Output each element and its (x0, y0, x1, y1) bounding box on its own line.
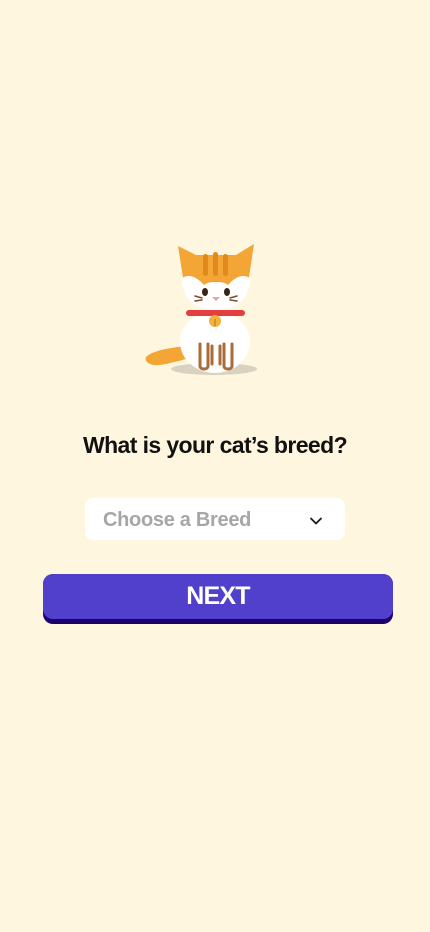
next-button[interactable]: NEXT (43, 574, 393, 624)
breed-select-placeholder: Choose a Breed (103, 509, 252, 531)
next-button-label: NEXT (186, 582, 250, 610)
chevron-down-icon (309, 513, 323, 525)
cat-icon (138, 238, 264, 380)
breed-select[interactable]: Choose a Breed (85, 498, 345, 540)
question-heading: What is your cat’s breed? (82, 432, 348, 458)
